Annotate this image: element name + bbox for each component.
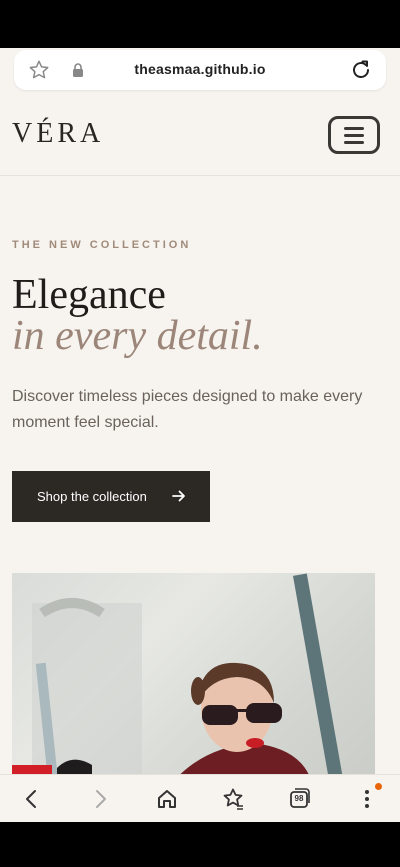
browser-toolbar: theasmaa.github.io: [0, 48, 400, 96]
eyebrow-label: THE NEW COLLECTION: [12, 239, 192, 251]
hero-image: [12, 573, 375, 774]
browser-bottom-nav: 98: [0, 774, 400, 822]
tabs-button[interactable]: 98: [288, 787, 312, 811]
status-bar: [0, 0, 400, 48]
bookmarks-icon[interactable]: [221, 787, 245, 811]
address-bar[interactable]: theasmaa.github.io: [14, 50, 386, 90]
shop-collection-button[interactable]: Shop the collection: [12, 471, 210, 522]
system-nav-bar: [0, 822, 400, 867]
web-page: VÉRA THE NEW COLLECTION Elegance in ever…: [0, 96, 400, 774]
more-icon[interactable]: [355, 787, 379, 811]
reload-icon[interactable]: [349, 58, 373, 82]
notification-dot: [375, 783, 382, 790]
shop-collection-label: Shop the collection: [37, 489, 147, 504]
back-icon[interactable]: [20, 787, 44, 811]
headline-italic: in every detail.: [12, 313, 263, 359]
site-header: VÉRA: [0, 96, 400, 176]
forward-icon[interactable]: [88, 787, 112, 811]
tab-count: 98: [294, 794, 304, 803]
menu-button[interactable]: [328, 116, 380, 154]
hamburger-icon: [344, 127, 364, 130]
hero-description: Discover timeless pieces designed to mak…: [12, 388, 363, 431]
site-logo[interactable]: VÉRA: [12, 118, 104, 150]
hero-photo-illustration: [12, 573, 345, 774]
arrow-right-icon: [172, 490, 185, 502]
url-text[interactable]: theasmaa.github.io: [14, 61, 386, 77]
home-icon[interactable]: [155, 787, 179, 811]
